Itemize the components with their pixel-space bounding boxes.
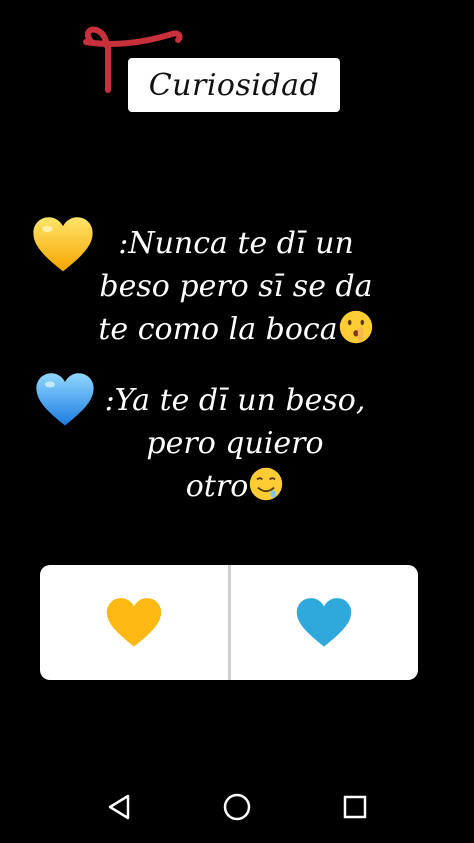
back-button[interactable] (99, 787, 139, 827)
blue-heart-icon (297, 597, 352, 647)
message-line: pero quiero (146, 426, 324, 461)
blue-heart-icon (36, 373, 94, 426)
title-card: Curiosidad (128, 58, 340, 112)
message-line-text: te como la boca (98, 312, 338, 347)
answer-options (40, 565, 418, 680)
drooling-face-icon (250, 467, 283, 501)
shushing-face-icon (339, 310, 372, 344)
message-line-text: otro (185, 469, 249, 504)
recents-button[interactable] (335, 787, 375, 827)
message-line: otro (96, 465, 374, 508)
message-line: :Nunca te dī un (118, 226, 354, 261)
option-yellow-heart[interactable] (40, 565, 228, 680)
message-1: :Nunca te dī un beso pero sī se da te co… (96, 222, 376, 351)
message-line: :Ya te dī un beso, (104, 383, 366, 418)
navigation-bar (0, 770, 474, 843)
page-title: Curiosidad (148, 67, 320, 103)
home-icon (223, 793, 251, 820)
yellow-heart-icon (33, 217, 93, 272)
home-button[interactable] (217, 787, 257, 827)
yellow-heart-icon (106, 597, 161, 647)
message-line: beso pero sī se da (99, 269, 373, 304)
back-icon (108, 794, 130, 819)
message-line: te como la boca (96, 308, 376, 351)
message-2: :Ya te dī un beso, pero quiero otro (96, 379, 374, 508)
recents-icon (343, 795, 367, 818)
option-blue-heart[interactable] (231, 565, 419, 680)
